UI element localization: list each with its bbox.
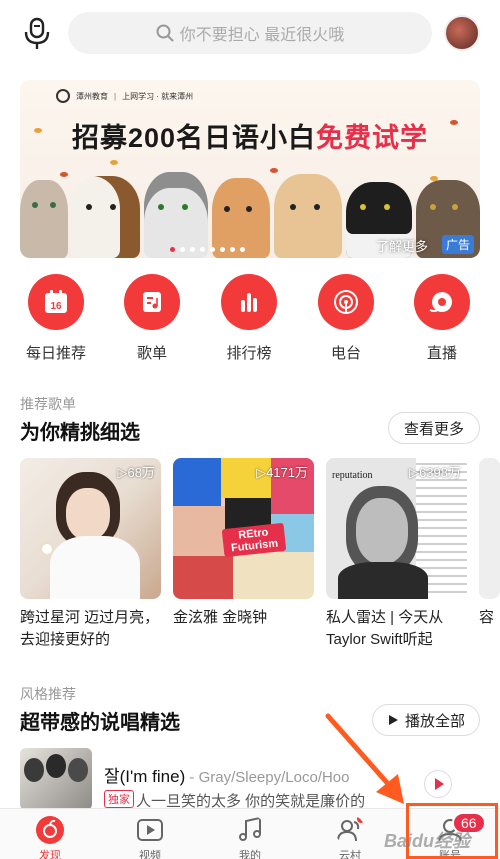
microphone-icon[interactable] xyxy=(22,16,52,50)
status-bar xyxy=(0,0,500,6)
headline-accent: 免费试学 xyxy=(316,123,429,153)
tab-discover[interactable]: 发现 xyxy=(10,815,90,859)
shortcut-live[interactable]: 直播 xyxy=(402,274,482,363)
playlist-card[interactable]: reputation ▷6398万 私人雷达 | 今天从Taylor Swift… xyxy=(326,458,467,651)
shortcut-label: 歌单 xyxy=(136,345,167,362)
pet-puppy-golden xyxy=(274,174,342,258)
search-input[interactable]: 你不要担心 最近很火哦 xyxy=(68,12,432,54)
section-subtitle: 风格推荐 xyxy=(20,686,76,702)
shortcut-playlist[interactable]: 歌单 xyxy=(112,274,192,363)
tab-mine[interactable]: 我的 xyxy=(210,815,290,859)
play-count: ▷6398万 xyxy=(409,465,461,480)
brand-tagline: 上网学习 · 就来潭州 xyxy=(122,91,194,101)
search-placeholder: 你不要担心 最近很火哦 xyxy=(179,27,345,44)
playlist-card[interactable]: ▷68万 跨过星河 迈过月亮，去迎接更好的 xyxy=(20,458,161,651)
shortcut-radio[interactable]: 电台 xyxy=(306,274,386,363)
shortcut-label: 直播 xyxy=(426,345,457,362)
tab-video[interactable]: 视频 xyxy=(110,815,190,859)
brand-name: 潭州教育 xyxy=(76,91,108,101)
reputation-text: reputation xyxy=(332,470,373,481)
watermark: Baidu经验 xyxy=(384,831,471,851)
tab-label: 发现 xyxy=(39,850,61,859)
play-count: ▷4171万 xyxy=(256,465,308,480)
banner-more-link[interactable]: 了解更多 xyxy=(376,236,428,255)
tab-label: 云村 xyxy=(339,850,361,859)
tab-label: 视频 xyxy=(139,850,161,859)
pet-cat-white xyxy=(144,172,208,258)
ad-banner[interactable]: 潭州教育 | 上网学习 · 就来潭州 招募200名日语小白免费试学 了解更多 广… xyxy=(20,80,480,258)
playlist-title: 跨过星河 迈过月亮，去迎接更好的 xyxy=(20,609,160,648)
community-icon xyxy=(337,815,365,842)
calendar-icon: 16 xyxy=(45,290,67,313)
shortcut-label: 每日推荐 xyxy=(25,345,86,362)
live-icon xyxy=(429,292,452,312)
video-icon xyxy=(137,819,163,841)
playlist-icon xyxy=(143,292,161,312)
play-count: ▷68万 xyxy=(117,465,155,480)
section-title: 超带感的说唱精选 xyxy=(20,712,180,734)
radio-icon xyxy=(334,290,358,314)
shortcut-row: 16 每日推荐 歌单 排行榜 电台 直播 xyxy=(0,274,500,366)
banner-brand: 潭州教育 | 上网学习 · 就来潭州 xyxy=(56,89,193,103)
shortcut-daily[interactable]: 16 每日推荐 xyxy=(16,274,96,363)
playlist-title: 容 xyxy=(479,609,495,626)
view-more-button[interactable]: 查看更多 xyxy=(388,412,480,444)
pet-kitten-orange xyxy=(212,178,270,258)
song-play-button[interactable] xyxy=(424,770,452,798)
svg-text:16: 16 xyxy=(50,301,62,312)
playlist-cover: REtro Futurism ▷4171万 xyxy=(173,458,314,599)
section-title: 为你精挑细选 xyxy=(20,422,140,444)
banner-page-dots xyxy=(170,247,245,252)
music-note-icon xyxy=(239,816,261,841)
brand-logo-icon xyxy=(56,89,70,103)
tab-label: 我的 xyxy=(239,850,261,859)
user-avatar[interactable] xyxy=(444,15,480,51)
pet-cat-grey xyxy=(20,180,68,258)
bar-chart-icon xyxy=(241,293,257,312)
song-title: 잘(I'm fine) - Gray/Sleepy/Loco/Hoo xyxy=(104,762,349,787)
playlist-cover: ▷68万 xyxy=(20,458,161,599)
discover-icon xyxy=(36,816,64,844)
playlist-title: 金泫雅 金晓钟 xyxy=(173,609,268,626)
playlist-cover: reputation ▷6398万 xyxy=(326,458,467,599)
section-subtitle: 推荐歌单 xyxy=(20,396,76,412)
top-bar: 你不要担心 最近很火哦 xyxy=(0,10,500,56)
pet-dog-white xyxy=(70,176,140,258)
play-all-label: 播放全部 xyxy=(404,712,465,730)
ad-badge: 广告 xyxy=(441,235,474,254)
annotation-arrow xyxy=(325,713,404,804)
banner-headline: 招募200名日语小白免费试学 xyxy=(20,116,480,155)
playlist-card-partial[interactable]: 容 xyxy=(479,458,500,651)
exclusive-badge: 独家 xyxy=(104,790,134,808)
shortcut-label: 排行榜 xyxy=(226,345,272,362)
headline-main: 招募200名日语小白 xyxy=(71,123,317,153)
playlist-card[interactable]: REtro Futurism ▷4171万 金泫雅 金晓钟 xyxy=(173,458,314,651)
shortcut-charts[interactable]: 排行榜 xyxy=(209,274,289,363)
search-icon xyxy=(156,24,174,42)
song-name: 잘(I'm fine) xyxy=(104,767,186,786)
tab-community[interactable]: 云村 xyxy=(310,815,390,859)
playlist-title: 私人雷达 | 今天从Taylor Swift听起 xyxy=(326,609,444,648)
playlist-cover xyxy=(479,458,500,599)
song-album-art xyxy=(20,748,92,810)
shortcut-label: 电台 xyxy=(330,345,361,362)
